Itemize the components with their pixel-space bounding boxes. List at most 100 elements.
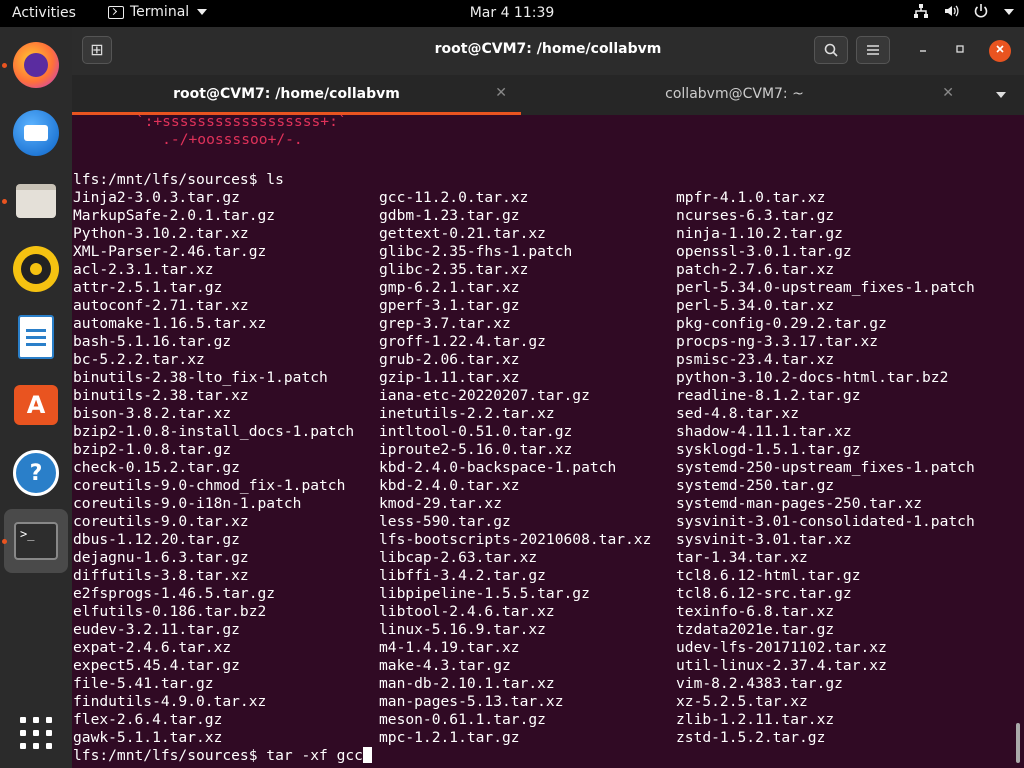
terminal-icon: >_ <box>14 522 58 560</box>
running-indicator <box>2 539 7 544</box>
software-center-icon: A <box>14 385 58 425</box>
file-entry: libcap-2.63.tar.xz <box>379 549 538 566</box>
prompt-current[interactable]: lfs:/mnt/lfs/sources$ tar -xf gcc <box>73 747 372 765</box>
file-entry: shadow-4.11.1.tar.xz <box>676 423 852 440</box>
dock-files[interactable] <box>4 169 68 233</box>
file-entry: linux-5.16.9.tar.xz <box>379 621 546 638</box>
file-entry: gawk-5.1.1.tar.xz <box>73 729 223 746</box>
file-entry: Python-3.10.2.tar.xz <box>73 225 249 242</box>
tab-label: collabvm@CVM7: ~ <box>665 86 804 102</box>
text-cursor <box>362 747 372 763</box>
tab-label: root@CVM7: /home/collabvm <box>173 86 400 102</box>
file-entry: systemd-250-upstream_fixes-1.patch <box>676 459 975 476</box>
scrollbar[interactable] <box>1016 723 1020 763</box>
chevron-down-icon <box>1004 9 1014 15</box>
file-listing: Jinja2-3.0.3.tar.gz MarkupSafe-2.0.1.tar.… <box>73 189 1023 747</box>
search-icon <box>824 43 838 57</box>
file-column-3: mpfr-4.1.0.tar.xz ncurses-6.3.tar.gz ninja… <box>676 189 975 747</box>
dock-software-center[interactable]: A <box>4 373 68 437</box>
file-entry: mpc-1.2.1.tar.gz <box>379 729 520 746</box>
close-button[interactable] <box>989 40 1011 62</box>
file-entry: grub-2.06.tar.xz <box>379 351 520 368</box>
dock-terminal[interactable]: >_ <box>4 509 68 573</box>
file-entry: libpipeline-1.5.5.tar.gz <box>379 585 590 602</box>
ascii-art-line: `:+ssssssssssssssssss+:` <box>127 115 356 130</box>
maximize-button[interactable] <box>949 40 971 62</box>
file-entry: patch-2.7.6.tar.xz <box>676 261 835 278</box>
file-entry: e2fsprogs-1.46.5.tar.gz <box>73 585 276 602</box>
dock-thunderbird[interactable] <box>4 101 68 165</box>
file-entry: gcc-11.2.0.tar.xz <box>379 189 529 206</box>
file-entry: mpfr-4.1.0.tar.xz <box>676 189 826 206</box>
file-entry: readline-8.1.2.tar.gz <box>676 387 861 404</box>
dock-rhythmbox[interactable] <box>4 237 68 301</box>
file-entry: vim-8.2.4383.tar.gz <box>676 675 843 692</box>
file-entry: glibc-2.35.tar.xz <box>379 261 529 278</box>
tab-root[interactable]: root@CVM7: /home/collabvm ✕ <box>72 75 521 115</box>
file-entry: lfs-bootscripts-20210608.tar.xz <box>379 531 652 548</box>
file-entry: iana-etc-20220207.tar.gz <box>379 387 590 404</box>
file-column-1: Jinja2-3.0.3.tar.gz MarkupSafe-2.0.1.tar.… <box>73 189 354 747</box>
file-entry: util-linux-2.37.4.tar.xz <box>676 657 887 674</box>
file-entry: MarkupSafe-2.0.1.tar.gz <box>73 207 276 224</box>
file-entry: diffutils-3.8.tar.xz <box>73 567 249 584</box>
menu-button[interactable] <box>856 36 890 64</box>
writer-icon <box>18 315 54 359</box>
rhythmbox-icon <box>13 246 59 292</box>
file-entry: binutils-2.38.tar.xz <box>73 387 249 404</box>
file-entry: sysvinit-3.01-consolidated-1.patch <box>676 513 975 530</box>
app-menu-label: Terminal <box>130 4 190 20</box>
activities-button[interactable]: Activities <box>12 5 76 21</box>
tab-close-icon[interactable]: ✕ <box>942 85 954 101</box>
dock-help[interactable]: ? <box>4 441 68 505</box>
file-entry: systemd-250.tar.gz <box>676 477 835 494</box>
file-entry: flex-2.6.4.tar.gz <box>73 711 223 728</box>
file-entry: automake-1.16.5.tar.xz <box>73 315 267 332</box>
file-entry: attr-2.5.1.tar.gz <box>73 279 223 296</box>
new-tab-button[interactable]: ⊞ <box>82 36 112 64</box>
power-icon <box>972 3 990 21</box>
file-entry: sed-4.8.tar.xz <box>676 405 800 422</box>
file-entry: pkg-config-0.29.2.tar.gz <box>676 315 887 332</box>
file-entry: expect5.45.4.tar.gz <box>73 657 240 674</box>
maximize-icon <box>956 45 964 53</box>
file-entry: bc-5.2.2.tar.xz <box>73 351 205 368</box>
file-entry: python-3.10.2-docs-html.tar.bz2 <box>676 369 949 386</box>
minimize-icon <box>920 50 926 52</box>
file-entry: tcl8.6.12-html.tar.gz <box>676 567 861 584</box>
file-entry: libtool-2.4.6.tar.xz <box>379 603 555 620</box>
system-status-menu[interactable] <box>912 3 1014 21</box>
file-entry: tzdata2021e.tar.gz <box>676 621 835 638</box>
dock-firefox[interactable] <box>4 33 68 97</box>
terminal-app-icon <box>108 5 124 19</box>
show-applications-button[interactable] <box>20 717 52 749</box>
minimize-button[interactable] <box>912 40 934 62</box>
tab-close-icon[interactable]: ✕ <box>495 85 507 101</box>
file-entry: gperf-3.1.tar.gz <box>379 297 520 314</box>
file-entry: glibc-2.35-fhs-1.patch <box>379 243 573 260</box>
terminal-output[interactable]: `:+ssssssssssssssssss+:` .-/+oossssoo+/-… <box>72 115 1024 768</box>
file-entry: man-db-2.10.1.tar.xz <box>379 675 555 692</box>
search-button[interactable] <box>814 36 848 64</box>
file-entry: XML-Parser-2.46.tar.gz <box>73 243 267 260</box>
file-entry: inetutils-2.2.tar.xz <box>379 405 555 422</box>
file-entry: kbd-2.4.0-backspace-1.patch <box>379 459 617 476</box>
file-entry: perl-5.34.0.tar.xz <box>676 297 835 314</box>
file-entry: Jinja2-3.0.3.tar.gz <box>73 189 240 206</box>
network-icon <box>912 3 930 21</box>
tab-collabvm[interactable]: collabvm@CVM7: ~ ✕ <box>521 75 968 115</box>
file-entry: groff-1.22.4.tar.gz <box>379 333 546 350</box>
running-indicator <box>2 199 7 204</box>
file-entry: findutils-4.9.0.tar.xz <box>73 693 267 710</box>
file-entry: zlib-1.2.11.tar.xz <box>676 711 835 728</box>
file-entry: zstd-1.5.2.tar.gz <box>676 729 826 746</box>
file-entry: bzip2-1.0.8.tar.gz <box>73 441 232 458</box>
dock-libreoffice-writer[interactable] <box>4 305 68 369</box>
tabs-menu-chevron-down-icon[interactable] <box>996 92 1006 98</box>
app-menu[interactable]: Terminal <box>108 4 208 20</box>
top-bar: Activities Terminal Mar 4 11:39 <box>0 0 1024 27</box>
file-entry: gdbm-1.23.tar.gz <box>379 207 520 224</box>
file-entry: bzip2-1.0.8-install_docs-1.patch <box>73 423 355 440</box>
file-entry: gzip-1.11.tar.xz <box>379 369 520 386</box>
file-entry: gettext-0.21.tar.xz <box>379 225 546 242</box>
